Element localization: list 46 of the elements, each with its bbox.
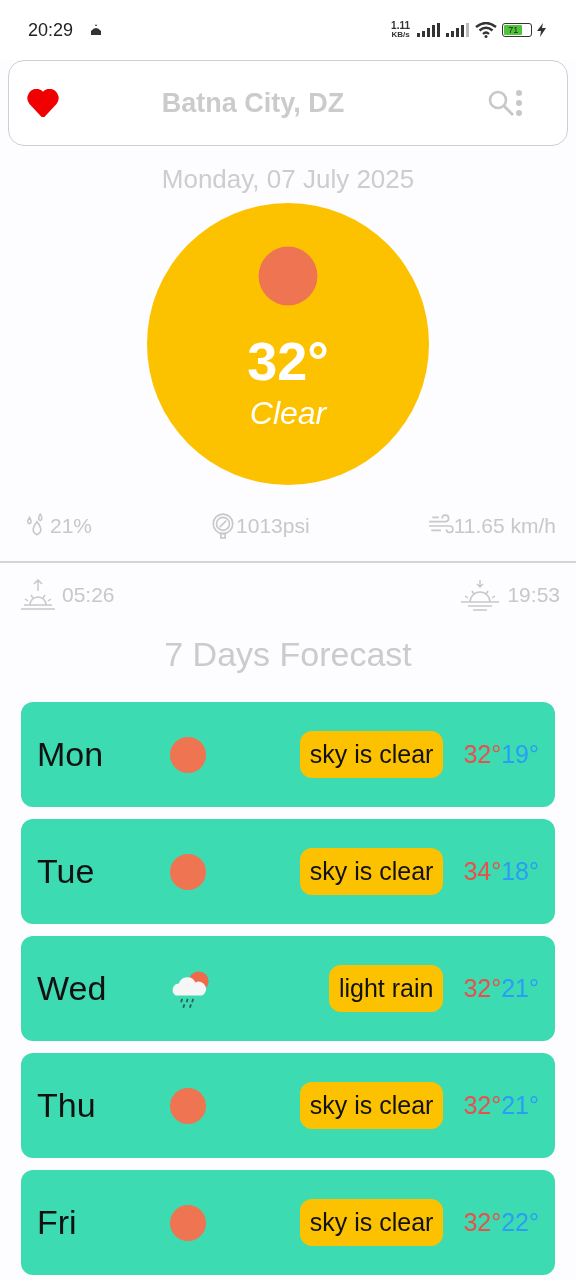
condition-tag: light rain	[328, 965, 444, 1012]
signal-icon	[446, 23, 470, 37]
wifi-icon	[475, 22, 497, 38]
current-temperature: 32°	[247, 331, 329, 391]
sun-icon	[169, 1203, 207, 1242]
network-speed: 1.11	[391, 21, 410, 30]
day-name: Mon	[37, 735, 105, 774]
signal-icon	[417, 23, 441, 37]
notification-icon	[89, 24, 104, 36]
low-temperature: 22°	[501, 1208, 539, 1237]
low-temperature: 21°	[501, 974, 539, 1003]
current-condition: Clear	[249, 395, 327, 432]
charging-icon	[537, 23, 546, 37]
high-temperature: 32°	[463, 740, 502, 769]
day-name: Fri	[37, 1203, 78, 1242]
sun-icon	[169, 852, 207, 891]
sunset-icon	[459, 579, 502, 611]
low-temperature: 18°	[501, 857, 539, 886]
high-temperature: 34°	[463, 857, 502, 886]
more-icon[interactable]	[515, 90, 523, 116]
condition-tag: sky is clear	[299, 731, 444, 778]
forecast-card[interactable]: Wed light rain 32°21°	[21, 936, 555, 1041]
low-temperature: 21°	[501, 1091, 539, 1120]
battery-level: 71	[504, 25, 523, 35]
sun-icon	[169, 735, 207, 774]
high-temperature: 32°	[463, 974, 502, 1003]
forecast-card[interactable]: Fri sky is clear 32°22°	[21, 1170, 555, 1275]
search-icon[interactable]	[487, 89, 515, 117]
day-name: Wed	[37, 969, 108, 1008]
low-temperature: 19°	[501, 740, 539, 769]
condition-tag: sky is clear	[299, 848, 444, 895]
sun-icon	[257, 245, 319, 307]
heart-icon[interactable]	[27, 89, 59, 117]
status-time: 20:29	[28, 19, 74, 41]
forecast-card[interactable]: Tue sky is clear 34°18°	[21, 819, 555, 924]
condition-tag: sky is clear	[299, 1199, 444, 1246]
high-temperature: 32°	[463, 1091, 502, 1120]
day-name: Tue	[37, 852, 96, 891]
day-name: Thu	[37, 1086, 97, 1125]
network-speed-unit: KB/s	[391, 30, 410, 39]
forecast-card[interactable]: Thu sky is clear 32°21°	[21, 1053, 555, 1158]
sun-icon	[169, 1086, 207, 1125]
forecast-card[interactable]: Mon sky is clear 32°19°	[21, 702, 555, 807]
sunrise-icon	[20, 579, 56, 611]
condition-tag: sky is clear	[299, 1082, 444, 1129]
high-temperature: 32°	[463, 1208, 502, 1237]
